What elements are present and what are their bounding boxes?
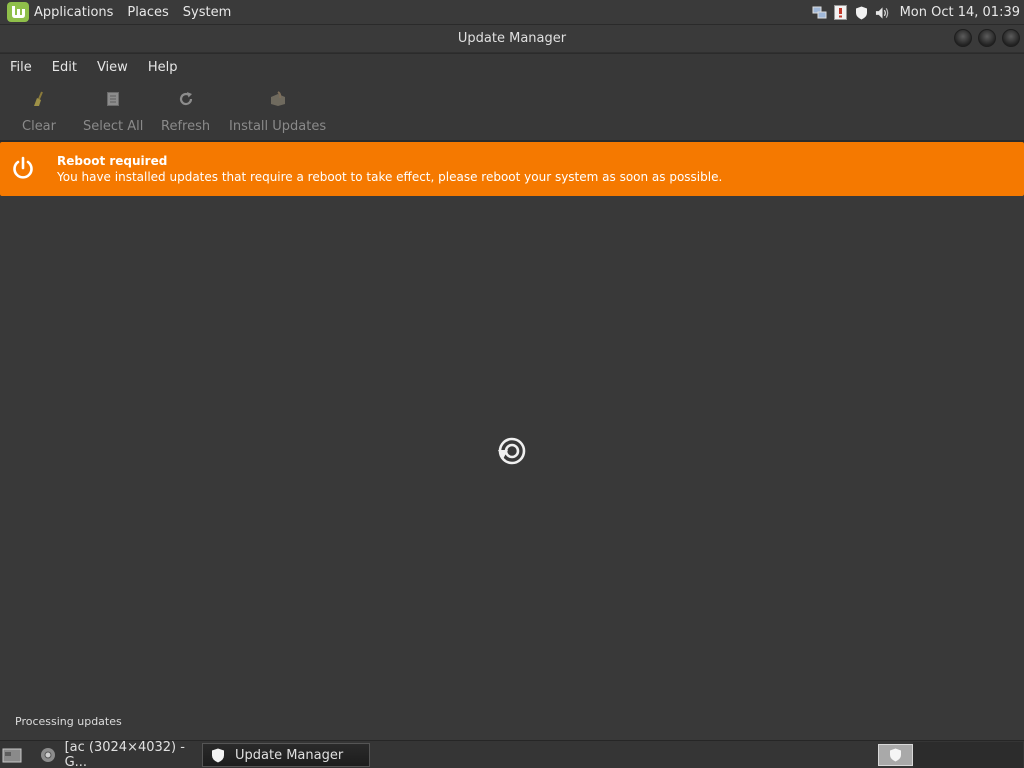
workspace-switcher[interactable] (878, 744, 913, 766)
reboot-infobar: Reboot required You have installed updat… (0, 142, 1024, 196)
minimize-button[interactable] (954, 29, 972, 47)
top-panel: Applications Places System Mon Oct 14, 0… (0, 0, 1024, 25)
workspace-area[interactable] (913, 742, 1023, 768)
show-desktop-icon[interactable] (2, 745, 22, 765)
menu-file[interactable]: File (10, 60, 32, 75)
infobar-title: Reboot required (57, 154, 168, 168)
package-icon (267, 88, 289, 110)
places-menu[interactable]: Places (127, 5, 168, 20)
volume-icon[interactable] (875, 5, 890, 20)
power-icon (10, 155, 36, 181)
window-controls (954, 29, 1020, 47)
refresh-button[interactable]: Refresh (161, 88, 210, 134)
system-tray: Mon Oct 14, 01:39 (812, 0, 1020, 25)
taskbar-item-browser[interactable]: [ac (3024×4032) - G... (34, 740, 200, 768)
update-warning-icon[interactable] (833, 5, 848, 20)
install-updates-button[interactable]: Install Updates (229, 88, 326, 134)
refresh-icon (175, 88, 197, 110)
select-all-label: Select All (83, 119, 144, 134)
network-icon[interactable] (812, 5, 827, 20)
menu-help[interactable]: Help (148, 60, 178, 75)
taskbar-item-label: Update Manager (235, 747, 344, 763)
chrome-icon (40, 746, 57, 764)
system-menu[interactable]: System (183, 5, 231, 20)
clock[interactable]: Mon Oct 14, 01:39 (900, 5, 1020, 20)
window-title: Update Manager (457, 31, 567, 46)
bottom-panel: [ac (3024×4032) - G... Update Manager (0, 740, 1024, 768)
busy-spinner-icon (495, 435, 527, 467)
document-icon (102, 88, 124, 110)
close-button[interactable] (1002, 29, 1020, 47)
shield-icon (209, 746, 227, 764)
status-text: Processing updates (15, 715, 122, 728)
statusbar: Processing updates (0, 704, 1024, 740)
taskbar-item-label: [ac (3024×4032) - G... (64, 740, 185, 768)
install-updates-label: Install Updates (229, 119, 327, 134)
select-all-button[interactable]: Select All (83, 88, 143, 134)
applications-menu[interactable]: Applications (34, 5, 113, 20)
refresh-label: Refresh (161, 119, 211, 134)
menu-edit[interactable]: Edit (52, 60, 77, 75)
broom-icon (28, 88, 50, 110)
mint-menu-icon[interactable] (7, 2, 29, 22)
clear-button[interactable]: Clear (22, 88, 56, 134)
menubar: File Edit View Help (0, 54, 1024, 80)
toolbar: Clear Select All Refresh Install Updates (0, 80, 1024, 140)
infobar-message: You have installed updates that require … (57, 170, 723, 184)
clear-label: Clear (22, 119, 56, 134)
window-titlebar[interactable]: Update Manager (0, 25, 1024, 53)
taskbar-item-update-manager[interactable]: Update Manager (202, 743, 370, 767)
maximize-button[interactable] (978, 29, 996, 47)
menu-view[interactable]: View (97, 60, 128, 75)
shield-icon[interactable] (854, 5, 869, 20)
